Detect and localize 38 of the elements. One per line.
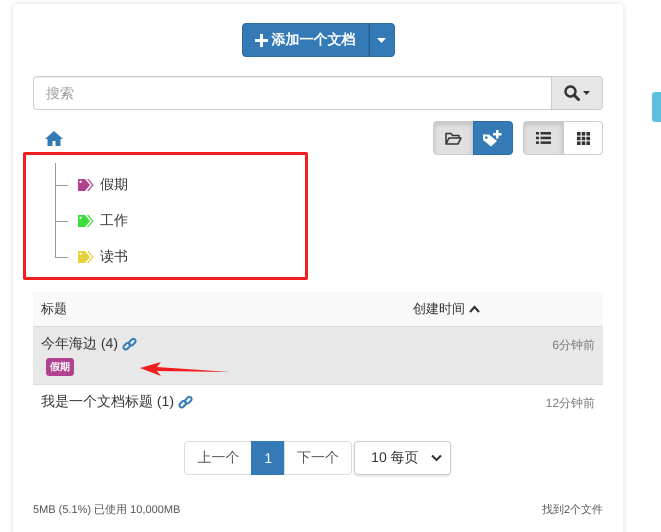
tag-label[interactable]: 假期: [100, 176, 128, 194]
column-header[interactable]: 创建时间: [413, 300, 480, 318]
add-tag-button[interactable]: [473, 121, 513, 155]
grid-icon: [576, 132, 590, 144]
dropdown-button[interactable]: [368, 23, 394, 57]
tag-label[interactable]: 工作: [100, 212, 128, 230]
column-header[interactable]: 标题: [41, 300, 67, 318]
caret-icon: [377, 38, 386, 42]
tag-label[interactable]: 读书: [100, 248, 128, 266]
chevron-up-icon: [469, 305, 480, 313]
tag-plus-icon: [482, 129, 504, 147]
file-count: 找到2个文件: [542, 502, 603, 517]
next-page-button[interactable]: 下一个: [284, 441, 352, 475]
table-row[interactable]: 我是一个文档标题 (1) 12分钟前: [33, 384, 603, 420]
grid-view-button[interactable]: [563, 121, 603, 155]
created-time: 12分钟前: [546, 395, 595, 412]
list-view-button[interactable]: [523, 121, 563, 155]
document-title[interactable]: 我是一个文档标题 (1): [41, 393, 174, 411]
search-button[interactable]: [551, 76, 603, 110]
document-title[interactable]: 今年海边 (4): [41, 335, 118, 353]
search-icon: [564, 85, 590, 101]
folder-icon: [444, 132, 462, 144]
link-icon[interactable]: [178, 394, 193, 410]
storage-usage: 5MB (5.1%) 已使用 10,000MB: [33, 503, 180, 517]
page-size-select[interactable]: 10 每页: [354, 441, 451, 475]
search-field[interactable]: 搜索: [33, 76, 551, 110]
list-icon: [536, 132, 550, 144]
add-document-button[interactable]: 添加一个文档: [242, 23, 368, 57]
link-icon[interactable]: [122, 336, 137, 352]
table-row[interactable]: 今年海边 (4) 假期 6分钟前: [33, 326, 603, 384]
folder-button[interactable]: [433, 121, 473, 155]
tag-badge: 假期: [46, 358, 74, 376]
previous-page-button[interactable]: 上一个: [184, 441, 252, 475]
created-time: 6分钟前: [552, 337, 595, 354]
chevron-down-icon: [430, 454, 442, 462]
page-button[interactable]: 1: [251, 441, 286, 475]
plus-icon: [254, 34, 268, 46]
home-icon[interactable]: [45, 130, 63, 146]
